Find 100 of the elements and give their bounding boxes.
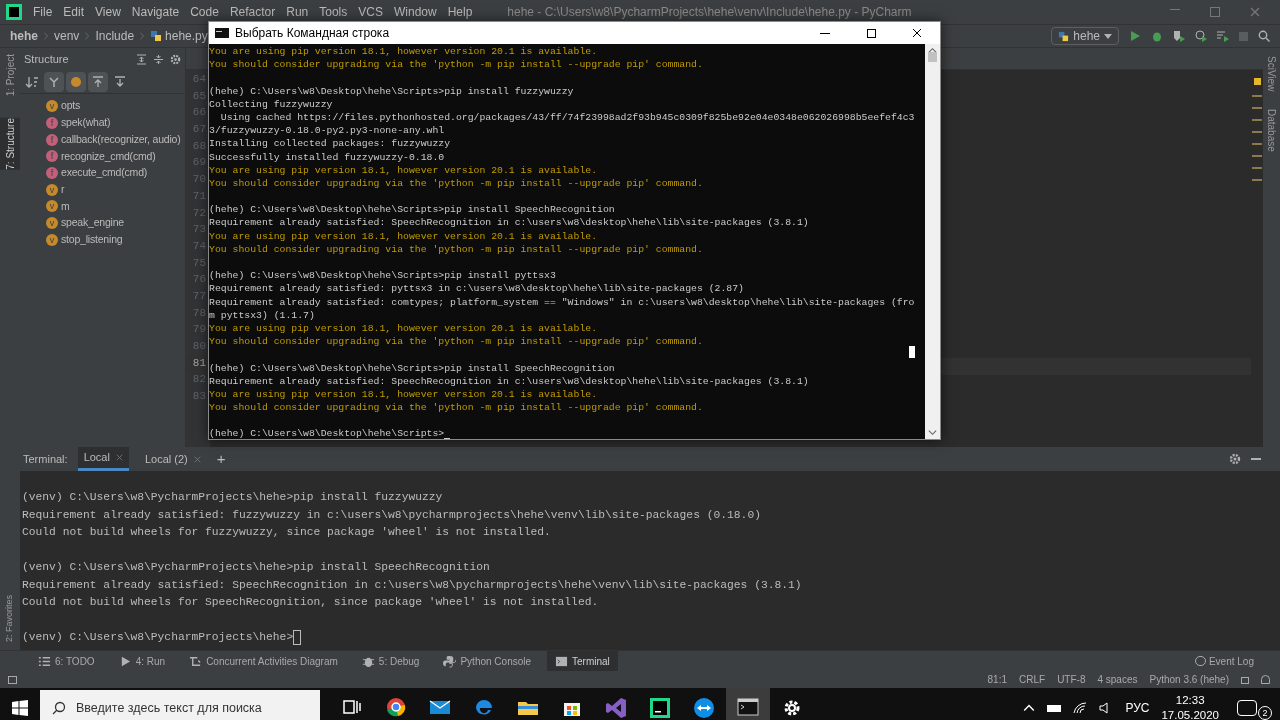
status-item[interactable]: 81:1	[987, 672, 1007, 687]
breadcrumb[interactable]: venv	[54, 27, 80, 45]
console-line: Using cached https://files.pythonhosted.org/packages/43/ff/74f23998ad2f93b945c0309f825be92e04e0348e062026998b5eefef4c3	[219, 110, 916, 125]
structure-item[interactable]: v speak_engine	[46, 214, 185, 232]
status-item[interactable]: CRLF	[1019, 672, 1046, 687]
cursor	[444, 437, 451, 439]
lock-icon[interactable]	[1241, 677, 1249, 684]
restore-icon[interactable]	[1210, 7, 1220, 17]
search-field[interactable]: Введите здесь текст для поиска	[40, 690, 320, 720]
function-filter-icon[interactable]	[66, 71, 86, 92]
tool-window-button[interactable]: 4: Run	[110, 650, 174, 672]
language-indicator[interactable]: РУС	[1125, 699, 1150, 717]
tool-window-tab[interactable]: 7: Structure	[0, 118, 20, 170]
status-item[interactable]: 4 spaces	[1097, 672, 1138, 687]
clock[interactable]: 12:33 17.05.2020	[1161, 693, 1219, 720]
structure-item[interactable]: v m	[46, 198, 185, 215]
settings-icon[interactable]	[1229, 453, 1241, 465]
console-icon	[736, 695, 760, 719]
console-line: You are using pip version 18.1, however version 20.1 is available.	[209, 163, 599, 177]
infinity-logo-icon	[604, 696, 628, 720]
up-icon[interactable]	[88, 71, 108, 92]
shield-play-icon[interactable]	[1173, 30, 1185, 42]
event-log-button[interactable]: Event Log	[1194, 653, 1254, 669]
breadcrumb[interactable]: Include	[95, 27, 135, 45]
search-icon[interactable]	[1258, 30, 1270, 42]
console-line: You are using pip version 18.1, however version 20.1 is available.	[209, 387, 599, 402]
tool-window-tab[interactable]: SciView	[1264, 56, 1279, 92]
console-line: You are using pip version 18.1, however version 20.1 is available.	[209, 229, 599, 243]
notification-count: 2	[1258, 706, 1272, 720]
structure-item[interactable]: v r	[46, 181, 185, 199]
notification-icon[interactable]	[1237, 700, 1257, 716]
variable-icon: v	[46, 100, 58, 113]
scroll-thumb[interactable]	[928, 51, 937, 62]
menu-item[interactable]: Navigate	[131, 3, 180, 21]
console-line: (hehe) C:\Users\w8\Desktop\hehe\Scripts>pip install pyttsx3	[209, 269, 557, 283]
layout-icon[interactable]	[8, 675, 17, 684]
chevron-icon	[42, 31, 50, 41]
console-line: You should consider upgrading via the 'python -m pip install --upgrade pip' command.	[209, 335, 704, 349]
terminal-tab[interactable]: Local (2)	[138, 447, 207, 471]
windows-logo-icon[interactable]	[12, 700, 28, 716]
menu-item[interactable]: Tools	[319, 3, 348, 21]
warning-mark[interactable]	[1253, 78, 1261, 85]
text-cursor	[909, 346, 915, 358]
menu-item[interactable]: VCS	[358, 3, 383, 21]
menu-item[interactable]: View	[95, 3, 121, 21]
list-play-icon[interactable]	[1217, 30, 1229, 42]
menu-item[interactable]: File	[33, 3, 53, 21]
terminal-line: (venv) C:\Users\w8\PycharmProjects\hehe>	[22, 630, 294, 645]
terminal-line: Requirement already satisfied: fuzzywuzzy in c:\users\w8\pycharmprojects\hehe\venv\lib\site-packages (0.18.0)	[22, 507, 762, 523]
search-icon	[52, 701, 66, 715]
battery-icon[interactable]	[1047, 704, 1062, 712]
menu-item[interactable]: Run	[286, 3, 309, 21]
wifi-icon[interactable]	[1073, 702, 1088, 714]
menu-item[interactable]: Edit	[63, 3, 85, 21]
structure-item[interactable]: v stop_listening	[46, 231, 185, 249]
menu-item[interactable]: Code	[190, 3, 219, 21]
tool-window-button[interactable]: 5: Debug	[353, 650, 428, 672]
collapse-all-icon[interactable]	[153, 53, 164, 65]
run-configuration-dropdown[interactable]: hehe	[1051, 27, 1119, 45]
fields-icon[interactable]	[44, 71, 64, 92]
tool-window-tab[interactable]: Database	[1264, 109, 1279, 153]
status-item[interactable]: UTF-8	[1057, 672, 1086, 687]
structure-item[interactable]: v opts	[46, 98, 185, 115]
expand-all-icon[interactable]	[136, 53, 147, 65]
structure-item[interactable]: f spek(what)	[46, 114, 185, 132]
console-line: (hehe) C:\Users\w8\Desktop\hehe\Scripts>pip install fuzzywuzzy	[209, 84, 575, 98]
tool-window-button[interactable]: Terminal	[547, 650, 618, 672]
chevron-icon	[83, 31, 92, 41]
tool-window-tab[interactable]: 2: Favorites	[3, 594, 17, 642]
close-icon[interactable]	[1250, 7, 1260, 17]
console-line: (hehe) C:\Users\w8\Desktop\hehe\Scripts>pip install SpeechRecognition	[209, 203, 616, 217]
python-icon	[1058, 30, 1070, 42]
new-tab-button[interactable]: +	[216, 447, 226, 471]
structure-item[interactable]: f recognize_cmd(cmd)	[46, 148, 185, 165]
status-item[interactable]: Python 3.6 (hehe)	[1149, 672, 1229, 687]
function-icon: f	[46, 117, 58, 130]
structure-item[interactable]: f execute_cmd(cmd)	[46, 164, 185, 182]
run-icon[interactable]	[1129, 30, 1141, 42]
tool-window-tab[interactable]: 1: Project	[0, 54, 20, 97]
function-icon: f	[46, 133, 58, 146]
tool-window-button[interactable]: 6: TODO	[30, 650, 103, 672]
variable-icon: v	[46, 200, 58, 213]
breadcrumb[interactable]: hehe	[10, 27, 38, 45]
console-line: You should consider upgrading via the 'python -m pip install --upgrade pip' command.	[209, 58, 704, 72]
tool-window-button[interactable]: Concurrent Activities Diagram	[181, 650, 346, 672]
console-taskbar-button[interactable]	[726, 688, 770, 720]
menu-item[interactable]: Window	[393, 3, 437, 21]
menu-item[interactable]: Help	[447, 3, 473, 21]
settings-icon[interactable]	[170, 53, 181, 65]
console-icon	[215, 28, 229, 38]
caret-up-icon	[1023, 702, 1036, 714]
tool-window-button[interactable]: Python Console	[435, 650, 540, 672]
terminal-tab[interactable]: Local	[77, 447, 129, 471]
clock-play-icon[interactable]	[1195, 30, 1207, 42]
close-icon[interactable]	[115, 454, 123, 461]
panel-title: Terminal:	[23, 451, 68, 467]
function-icon: f	[46, 167, 58, 180]
menu-item[interactable]: Refactor	[229, 3, 276, 21]
structure-item[interactable]: f callback(recognizer, audio)	[46, 131, 185, 149]
breadcrumb[interactable]: hehe.py	[165, 27, 208, 45]
